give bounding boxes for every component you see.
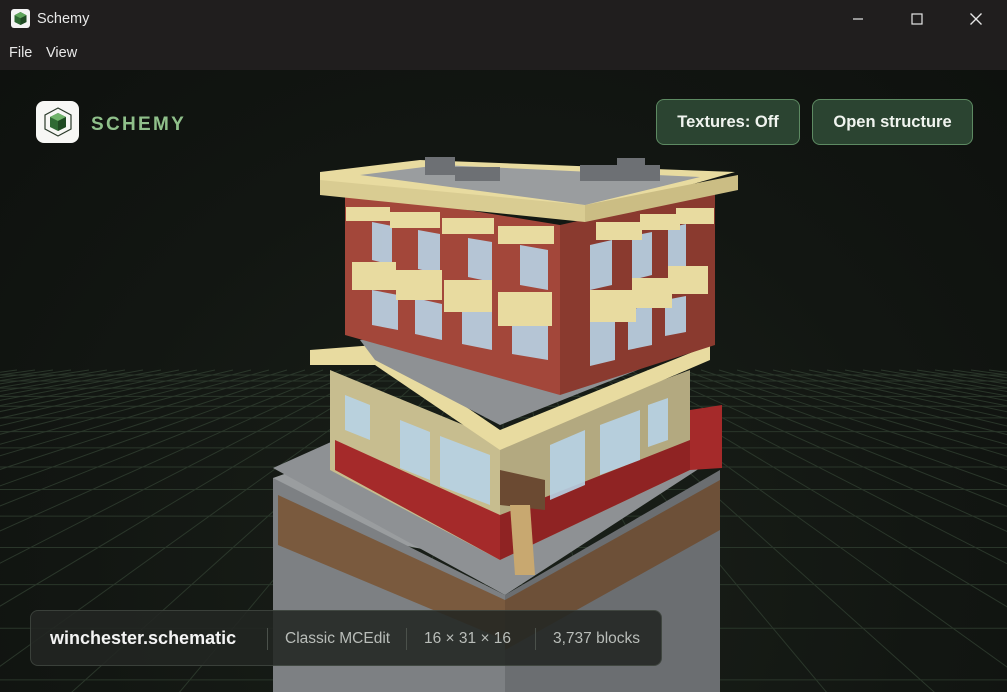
minimize-icon — [853, 18, 863, 20]
maximize-button[interactable] — [888, 0, 946, 38]
close-icon — [970, 13, 982, 25]
menu-view[interactable]: View — [46, 45, 77, 61]
textures-toggle-button[interactable]: Textures: Off — [656, 99, 800, 145]
open-structure-button[interactable]: Open structure — [812, 99, 973, 145]
menu-file[interactable]: File — [9, 45, 32, 61]
divider — [535, 628, 536, 650]
file-format: Classic MCEdit — [285, 630, 391, 647]
logo-cube-icon — [36, 101, 79, 143]
app-cube-icon — [11, 9, 30, 28]
menu-bar — [0, 38, 1007, 70]
structure-dimensions: 16 × 31 × 16 — [424, 630, 512, 647]
file-name: winchester.schematic — [50, 628, 237, 648]
window-title: Schemy — [37, 11, 90, 27]
block-count: 3,737 blocks — [553, 630, 641, 647]
brand-name: SCHEMY — [91, 114, 187, 135]
structure-info-bar: winchester.schematic Classic MCEdit 16 ×… — [30, 610, 662, 666]
close-button[interactable] — [947, 0, 1005, 38]
divider — [406, 628, 407, 650]
structure-viewport[interactable] — [0, 70, 1007, 692]
structure-render — [0, 157, 1007, 692]
divider — [267, 628, 268, 650]
maximize-icon — [911, 13, 923, 25]
minimize-button[interactable] — [829, 0, 887, 38]
